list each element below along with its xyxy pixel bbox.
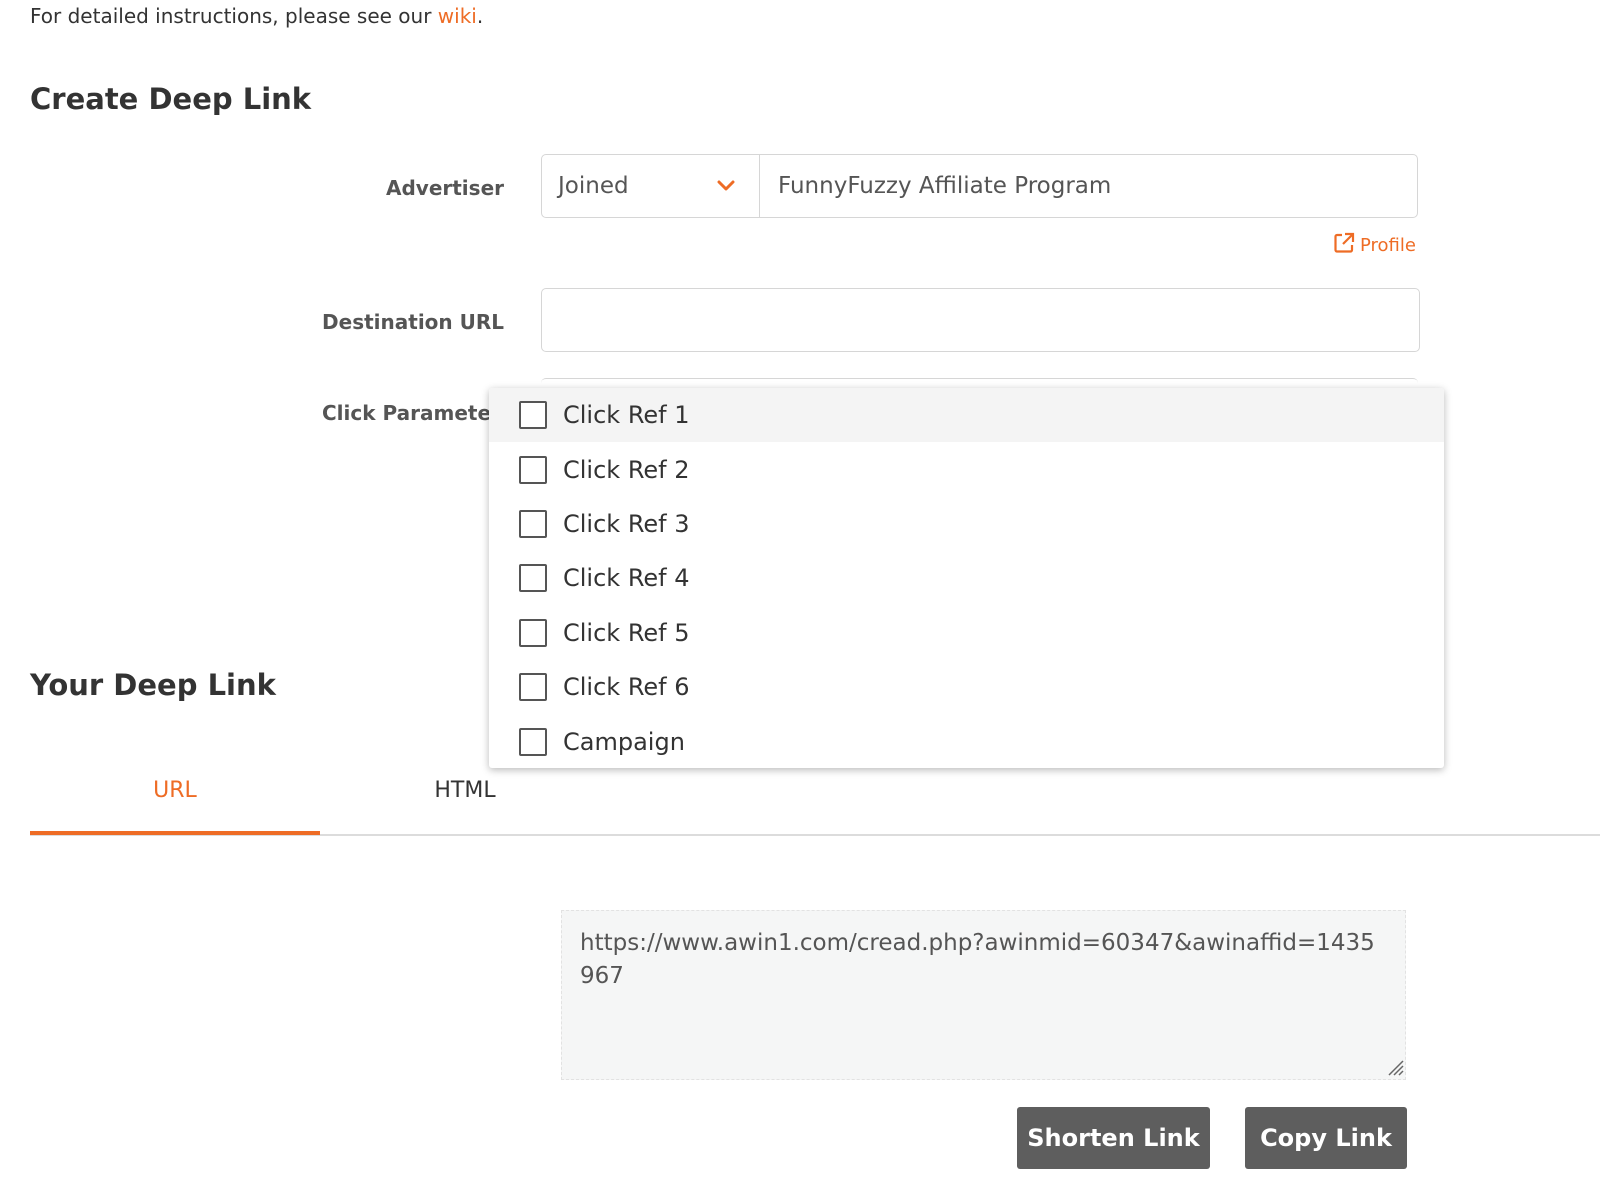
- campaign-option[interactable]: Campaign: [489, 714, 1444, 768]
- deep-link-output[interactable]: https://www.awin1.com/cread.php?awinmid=…: [561, 910, 1406, 1080]
- chevron-down-icon: [717, 180, 735, 192]
- checkbox[interactable]: [519, 673, 547, 702]
- click-parameter-label: Click Parameter: [322, 401, 490, 425]
- option-label: Click Ref 4: [563, 564, 690, 593]
- tab-html[interactable]: HTML: [320, 778, 610, 803]
- checkbox[interactable]: [519, 618, 547, 647]
- destination-url-input[interactable]: [541, 288, 1420, 352]
- tab-url[interactable]: URL: [30, 778, 320, 803]
- click-ref-3-option[interactable]: Click Ref 3: [489, 497, 1444, 551]
- option-label: Click Ref 1: [563, 401, 690, 430]
- advertiser-filter-value: Joined: [558, 173, 629, 199]
- click-ref-1-option[interactable]: Click Ref 1: [489, 388, 1444, 443]
- click-ref-5-option[interactable]: Click Ref 5: [489, 606, 1444, 660]
- advertiser-label: Advertiser: [385, 176, 504, 200]
- option-label: Click Ref 3: [563, 509, 690, 538]
- checkbox[interactable]: [519, 509, 547, 538]
- click-ref-2-option[interactable]: Click Ref 2: [489, 442, 1444, 496]
- option-label: Click Ref 6: [563, 673, 690, 702]
- create-deep-link-heading: Create Deep Link: [30, 82, 312, 116]
- option-label: Click Ref 5: [563, 618, 690, 647]
- checkbox[interactable]: [519, 727, 547, 756]
- copy-link-button[interactable]: Copy Link: [1245, 1107, 1407, 1169]
- external-link-icon: [1333, 232, 1360, 259]
- profile-link-label: Profile: [1360, 235, 1416, 256]
- shorten-link-button[interactable]: Shorten Link: [1017, 1107, 1210, 1169]
- profile-link[interactable]: Profile: [1333, 232, 1416, 259]
- intro-prefix: For detailed instructions, please see ou…: [30, 4, 438, 28]
- intro-suffix: .: [476, 4, 484, 28]
- checkbox[interactable]: [519, 564, 547, 593]
- click-ref-6-option[interactable]: Click Ref 6: [489, 660, 1444, 714]
- active-tab-indicator: [30, 831, 320, 835]
- resize-grip-icon[interactable]: [1384, 1056, 1404, 1080]
- wiki-link[interactable]: wiki: [438, 4, 477, 28]
- click-ref-4-option[interactable]: Click Ref 4: [489, 551, 1444, 605]
- your-deep-link-heading: Your Deep Link: [30, 668, 276, 702]
- option-label: Click Ref 2: [563, 455, 690, 484]
- advertiser-field: Joined FunnyFuzzy Affiliate Program: [541, 154, 1418, 218]
- checkbox[interactable]: [519, 455, 547, 484]
- checkbox[interactable]: [519, 401, 547, 430]
- intro-text: For detailed instructions, please see ou…: [30, 4, 483, 28]
- destination-url-label: Destination URL: [322, 310, 504, 334]
- advertiser-filter-select[interactable]: Joined: [542, 155, 760, 217]
- click-parameter-dropdown: Click Ref 1 Click Ref 2 Click Ref 3 Clic…: [489, 388, 1444, 768]
- option-label: Campaign: [563, 727, 685, 756]
- advertiser-program-input[interactable]: FunnyFuzzy Affiliate Program: [760, 155, 1417, 217]
